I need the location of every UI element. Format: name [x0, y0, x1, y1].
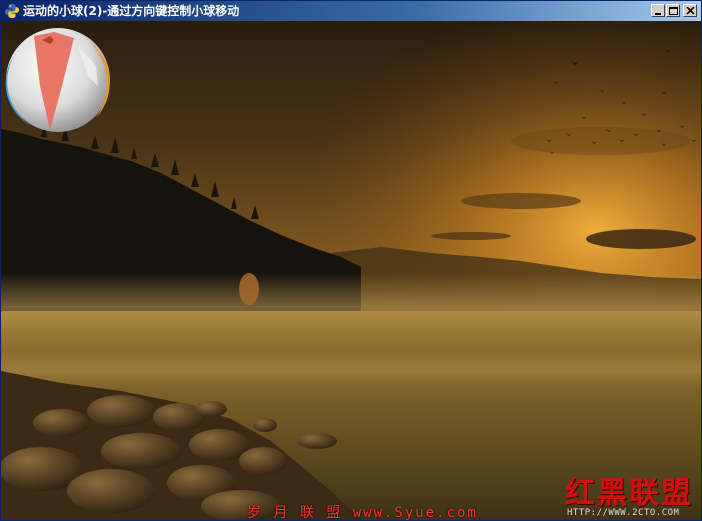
- game-canvas[interactable]: 岁 月 联 盟 www.Syue.com 红黑联盟 HTTP://WWW.2CT…: [1, 21, 701, 520]
- logo-watermark: 红黑联盟: [565, 476, 693, 511]
- window-title: 运动的小球(2)-通过方向键控制小球移动: [23, 4, 240, 18]
- title-bar[interactable]: 运动的小球(2)-通过方向键控制小球移动: [1, 1, 701, 21]
- maximize-button[interactable]: [666, 4, 680, 17]
- credit-watermark: 岁 月 联 盟 www.Syue.com: [247, 505, 478, 520]
- minimize-button[interactable]: [651, 4, 665, 17]
- maximize-icon: [669, 7, 678, 15]
- logo-url-watermark: HTTP://WWW.2CTO.COM: [567, 508, 680, 518]
- close-icon: [686, 7, 695, 15]
- app-window: 运动的小球(2)-通过方向键控制小球移动 岁 月 联 盟 www.Syue.co…: [0, 0, 702, 521]
- minimize-icon: [655, 13, 661, 15]
- close-button[interactable]: [683, 4, 697, 17]
- python-icon[interactable]: [4, 3, 20, 19]
- ball-sprite-icon[interactable]: [4, 26, 112, 134]
